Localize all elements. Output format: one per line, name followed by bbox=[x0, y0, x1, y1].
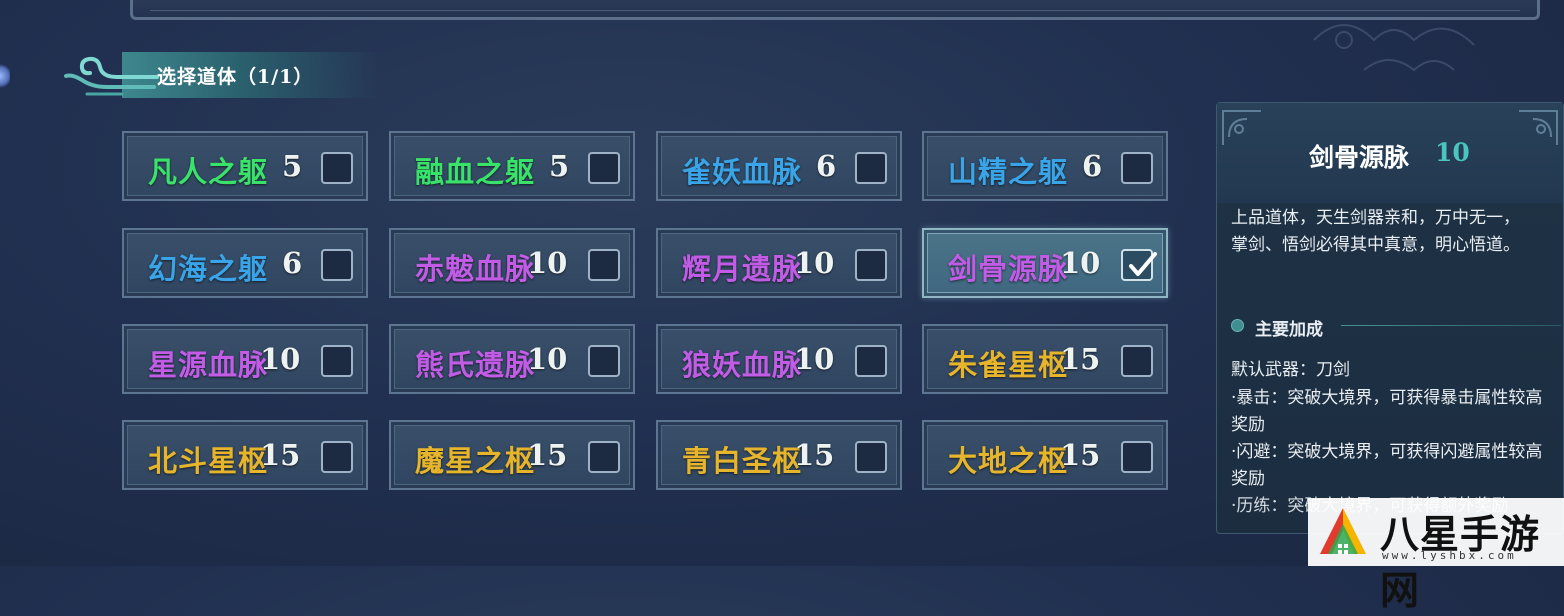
default-weapon: 默认武器：刀剑 bbox=[1231, 360, 1350, 380]
header-title: 选择道体（1/1） bbox=[157, 66, 314, 88]
body-type-option[interactable]: 大地之枢 15 bbox=[922, 420, 1168, 490]
option-value: 10 bbox=[527, 342, 568, 376]
divider bbox=[1341, 325, 1561, 326]
option-name: 赤魃血脉 bbox=[415, 252, 536, 286]
option-name: 雀妖血脉 bbox=[682, 155, 803, 189]
option-checkbox[interactable] bbox=[1121, 152, 1153, 184]
body-type-option[interactable]: 北斗星枢 15 bbox=[122, 420, 368, 490]
body-type-option[interactable]: 辉月遗脉 10 bbox=[656, 228, 902, 298]
option-value: 15 bbox=[794, 438, 835, 472]
option-name: 辉月遗脉 bbox=[682, 252, 803, 286]
bonus-section-label: 主要加成 bbox=[1255, 320, 1323, 340]
option-name: 青白圣枢 bbox=[682, 444, 803, 478]
bonus-section-header: 主要加成 bbox=[1231, 315, 1561, 340]
body-type-option[interactable]: 熊氏遗脉 10 bbox=[389, 324, 635, 394]
bullet-dot-icon bbox=[1231, 319, 1244, 332]
option-value: 15 bbox=[1060, 438, 1101, 472]
option-value: 6 bbox=[1082, 149, 1103, 183]
option-value: 15 bbox=[260, 438, 301, 472]
option-checkbox[interactable] bbox=[588, 152, 620, 184]
bonus-item: ·暴击：突破大境界，可获得暴击属性较高奖励 bbox=[1231, 388, 1543, 435]
option-checkbox[interactable] bbox=[321, 152, 353, 184]
section-header: 选择道体（1/1） bbox=[62, 50, 382, 100]
option-checkbox[interactable] bbox=[321, 441, 353, 473]
option-name: 剑骨源脉 bbox=[948, 252, 1069, 286]
body-type-option[interactable]: 凡人之躯 5 bbox=[122, 131, 368, 201]
body-type-option[interactable]: 魔星之枢 15 bbox=[389, 420, 635, 490]
option-name: 北斗星枢 bbox=[148, 444, 269, 478]
option-checkbox[interactable] bbox=[588, 345, 620, 377]
detail-description: 上品道体，天生剑器亲和，万中无一，掌剑、悟剑必得其中真意，明心悟道。 bbox=[1231, 208, 1520, 255]
detail-value: 10 bbox=[1435, 138, 1470, 167]
option-checkbox[interactable] bbox=[1121, 345, 1153, 377]
option-checkbox[interactable] bbox=[588, 249, 620, 281]
option-name: 大地之枢 bbox=[948, 444, 1069, 478]
option-checkbox[interactable] bbox=[855, 152, 887, 184]
option-name: 山精之躯 bbox=[948, 155, 1069, 189]
watermark-logo-icon bbox=[1320, 508, 1366, 554]
body-type-option[interactable]: 融血之躯 5 bbox=[389, 131, 635, 201]
option-checkbox[interactable] bbox=[1121, 249, 1157, 281]
option-value: 10 bbox=[794, 342, 835, 376]
body-type-option[interactable]: 幻海之躯 6 bbox=[122, 228, 368, 298]
option-name: 朱雀星枢 bbox=[948, 348, 1069, 382]
option-checkbox[interactable] bbox=[321, 345, 353, 377]
option-name: 狼妖血脉 bbox=[682, 348, 803, 382]
body-type-option[interactable]: 赤魃血脉 10 bbox=[389, 228, 635, 298]
option-value: 10 bbox=[794, 246, 835, 280]
option-name: 幻海之躯 bbox=[148, 252, 269, 286]
option-name: 魔星之枢 bbox=[415, 444, 536, 478]
option-checkbox[interactable] bbox=[855, 249, 887, 281]
option-value: 15 bbox=[1060, 342, 1101, 376]
corner-ornament-icon bbox=[1222, 110, 1261, 145]
detail-panel: 剑骨源脉 10 上品道体，天生剑器亲和，万中无一，掌剑、悟剑必得其中真意，明心悟… bbox=[1216, 102, 1564, 534]
body-type-option[interactable]: 剑骨源脉 10 bbox=[922, 228, 1168, 298]
option-checkbox[interactable] bbox=[855, 345, 887, 377]
option-value: 6 bbox=[816, 149, 837, 183]
option-value: 10 bbox=[260, 342, 301, 376]
body-type-option[interactable]: 雀妖血脉 6 bbox=[656, 131, 902, 201]
watermark-url: www.lyshbx.com bbox=[1382, 549, 1517, 562]
body-type-option[interactable]: 山精之躯 6 bbox=[922, 131, 1168, 201]
side-marker bbox=[0, 62, 10, 90]
body-type-option[interactable]: 朱雀星枢 15 bbox=[922, 324, 1168, 394]
option-value: 5 bbox=[549, 149, 570, 183]
option-checkbox[interactable] bbox=[855, 441, 887, 473]
checkmark-icon bbox=[1129, 252, 1157, 276]
option-value: 10 bbox=[1060, 246, 1101, 280]
option-name: 星源血脉 bbox=[148, 348, 269, 382]
option-name: 凡人之躯 bbox=[148, 155, 269, 189]
option-checkbox[interactable] bbox=[1121, 441, 1153, 473]
body-type-option[interactable]: 星源血脉 10 bbox=[122, 324, 368, 394]
body-type-option[interactable]: 青白圣枢 15 bbox=[656, 420, 902, 490]
body-type-option[interactable]: 狼妖血脉 10 bbox=[656, 324, 902, 394]
option-value: 6 bbox=[282, 246, 303, 280]
option-value: 5 bbox=[282, 149, 303, 183]
option-name: 熊氏遗脉 bbox=[415, 348, 536, 382]
option-value: 10 bbox=[527, 246, 568, 280]
option-value: 15 bbox=[527, 438, 568, 472]
option-checkbox[interactable] bbox=[321, 249, 353, 281]
bonus-item: ·闪避：突破大境界，可获得闪避属性较高奖励 bbox=[1231, 442, 1543, 489]
option-checkbox[interactable] bbox=[588, 441, 620, 473]
cloud-icon bbox=[64, 56, 159, 96]
option-name: 融血之躯 bbox=[415, 155, 536, 189]
detail-title: 剑骨源脉 bbox=[1309, 143, 1410, 172]
corner-ornament-icon bbox=[1519, 110, 1558, 145]
watermark: 八星手游网 www.lyshbx.com bbox=[1308, 498, 1564, 614]
